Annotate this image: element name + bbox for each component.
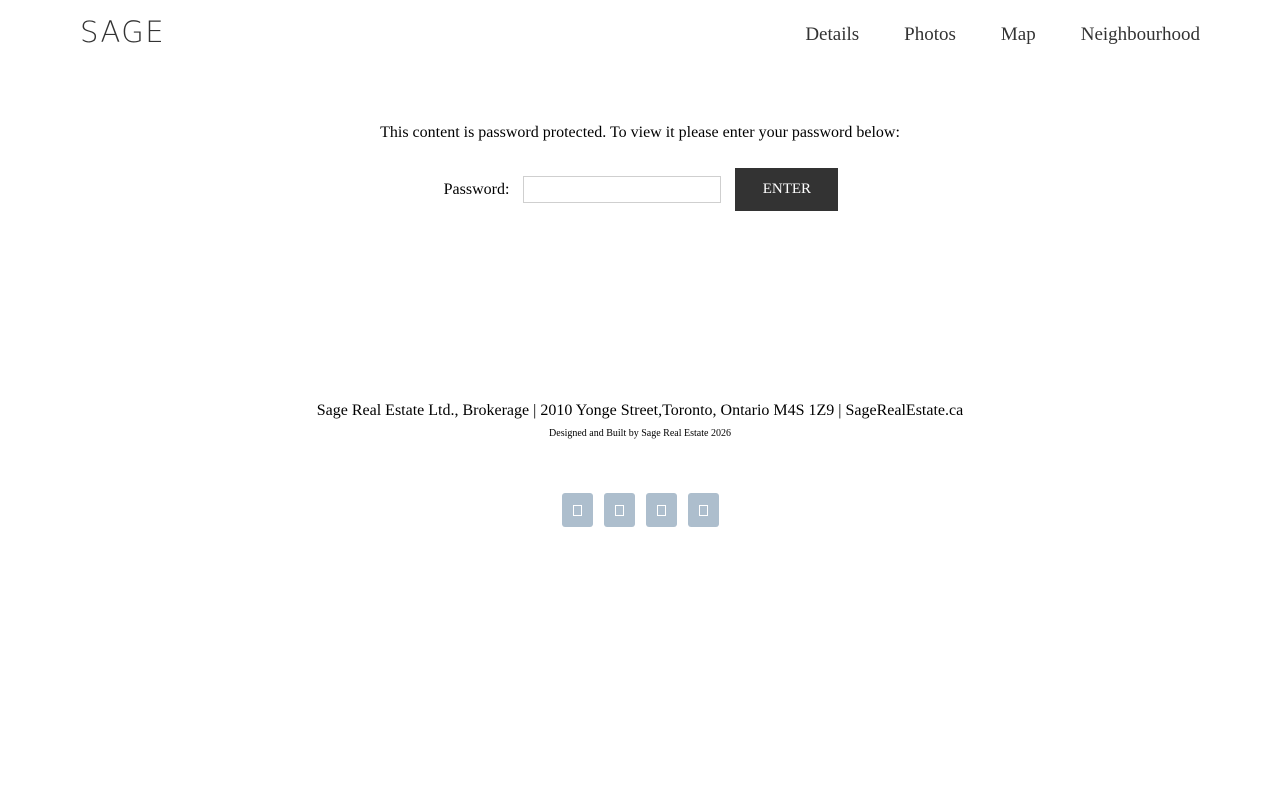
nav-item-details[interactable]: Details [805,22,859,48]
nav-item-neighbourhood[interactable]: Neighbourhood [1081,22,1200,48]
nav-item-photos[interactable]: Photos [904,22,956,48]
social-button-1[interactable] [561,493,593,527]
nav-item-map[interactable]: Map [1001,22,1036,48]
social-icon-1 [572,504,582,516]
password-label: Password: [443,180,510,198]
password-form: Password: ENTER [0,168,1280,211]
enter-button[interactable]: ENTER [735,168,839,211]
site-logo[interactable]: SAGE [80,14,165,50]
social-icon-2 [614,504,624,516]
social-button-4[interactable] [687,493,719,527]
main-nav: Details Photos Map Neighbourhood [805,22,1200,48]
footer-address: Sage Real Estate Ltd., Brokerage | 2010 … [316,402,964,419]
social-button-3[interactable] [645,493,677,527]
social-links [0,493,1280,527]
social-icon-4 [698,504,708,516]
social-button-2[interactable] [603,493,635,527]
password-protected-message: This content is password protected. To v… [380,124,900,141]
social-icon-3 [656,504,666,516]
password-input[interactable] [523,176,722,203]
page: SAGE Details Photos Map Neighbourhood Th… [0,0,1280,800]
site-header: SAGE Details Photos Map Neighbourhood [0,0,1280,70]
footer-credit: Designed and Built by Sage Real Estate 2… [549,428,731,439]
